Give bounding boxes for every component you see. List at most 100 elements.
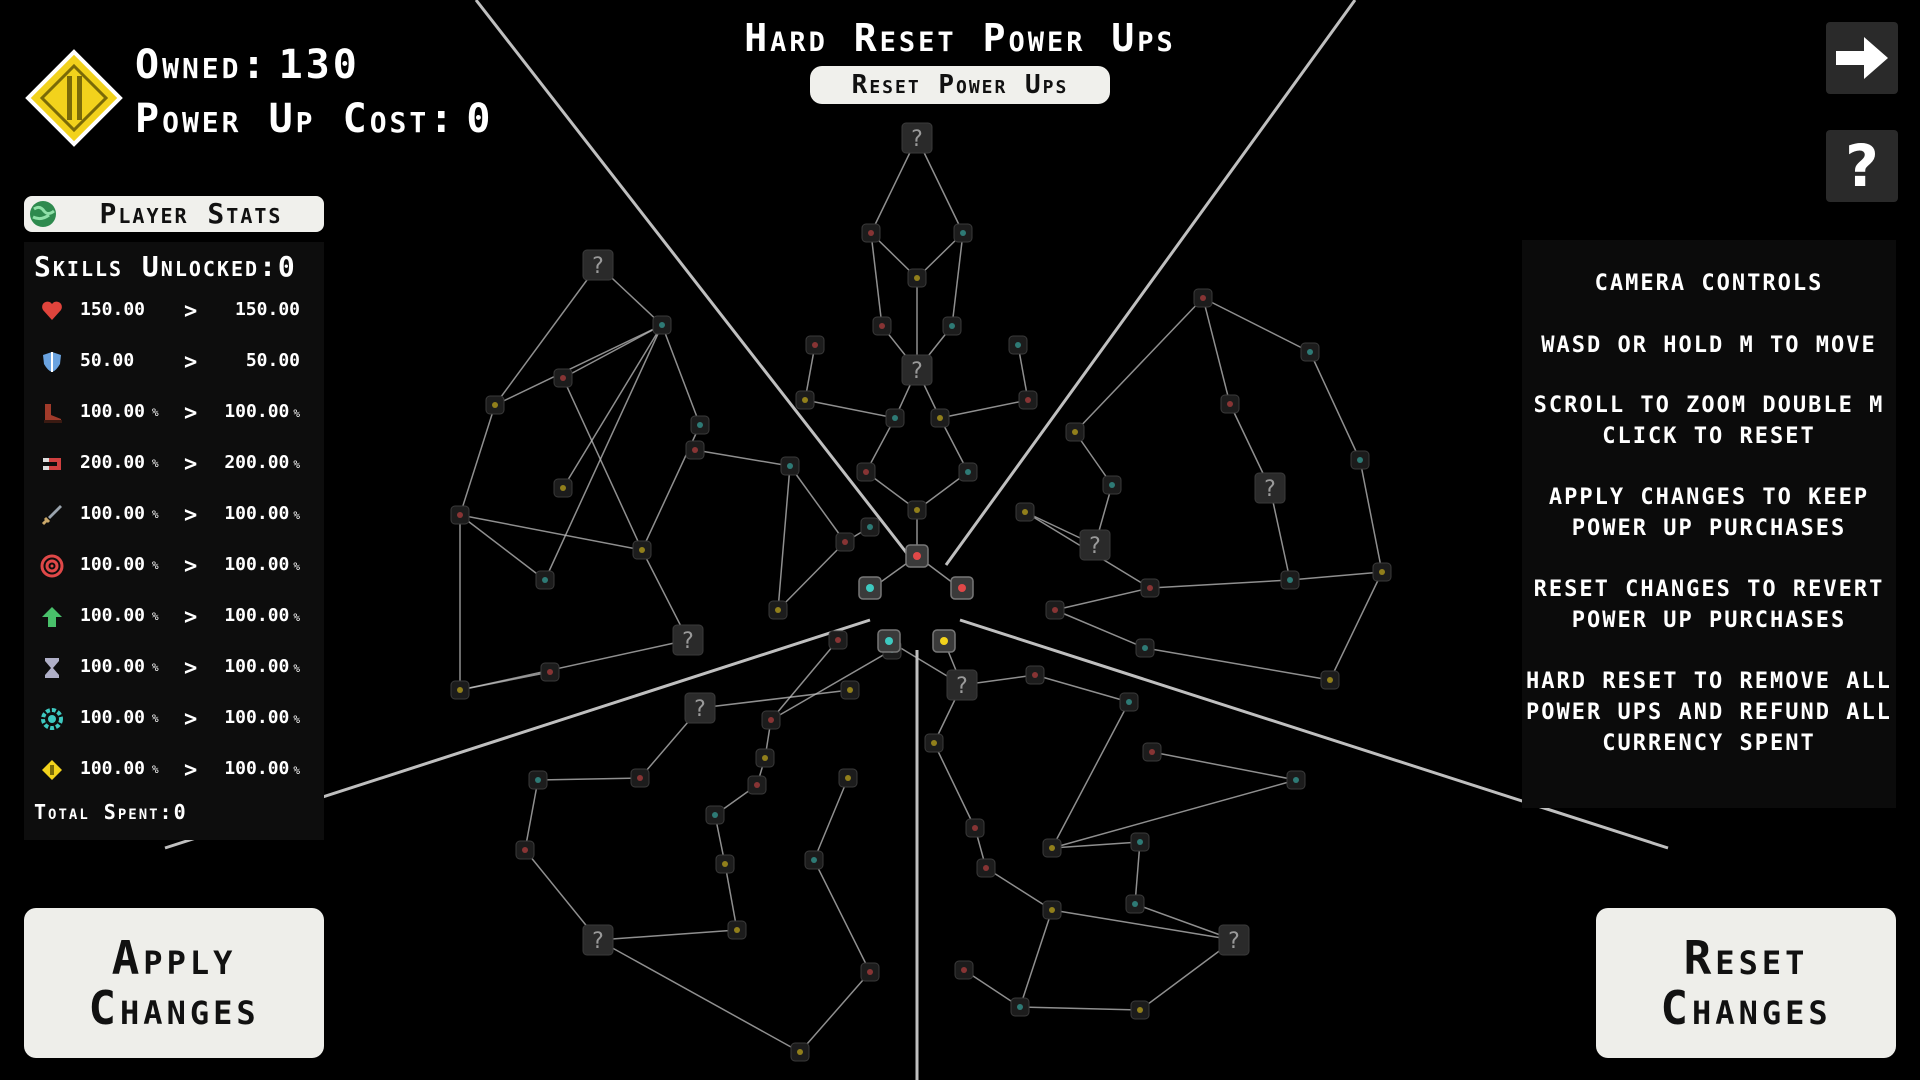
skill-node[interactable] — [540, 662, 560, 682]
skill-node[interactable] — [1042, 900, 1062, 920]
skill-node[interactable] — [1045, 600, 1065, 620]
skill-node[interactable] — [930, 408, 950, 428]
skill-node[interactable] — [1018, 390, 1038, 410]
locked-skill-node[interactable]: ? — [946, 669, 978, 701]
next-button[interactable] — [1826, 22, 1898, 94]
active-skill-node[interactable] — [950, 576, 974, 600]
skill-node[interactable] — [1025, 665, 1045, 685]
locked-skill-node[interactable]: ? — [1254, 472, 1286, 504]
reset-power-ups-button[interactable]: Reset Power Ups — [810, 66, 1110, 104]
locked-skill-node[interactable]: ? — [1079, 529, 1111, 561]
skill-node[interactable] — [1220, 394, 1240, 414]
tree-edge — [562, 377, 643, 551]
locked-skill-node[interactable]: ? — [1218, 924, 1250, 956]
skill-node[interactable] — [553, 478, 573, 498]
skill-node[interactable] — [835, 532, 855, 552]
skill-node[interactable] — [872, 316, 892, 336]
skill-node[interactable] — [705, 805, 725, 825]
skill-node[interactable] — [790, 1042, 810, 1062]
skill-node[interactable] — [805, 335, 825, 355]
skill-node[interactable] — [747, 775, 767, 795]
skill-node[interactable] — [450, 680, 470, 700]
tree-edge — [597, 929, 738, 941]
skill-node[interactable] — [924, 733, 944, 753]
skill-node[interactable] — [1008, 335, 1028, 355]
reset-changes-button[interactable]: Reset Changes — [1596, 908, 1896, 1058]
skill-node[interactable] — [715, 854, 735, 874]
tree-edge — [1054, 587, 1151, 611]
skill-node[interactable] — [761, 710, 781, 730]
skill-node[interactable] — [1125, 894, 1145, 914]
active-skill-node[interactable] — [932, 629, 956, 653]
skill-node[interactable] — [1142, 742, 1162, 762]
skill-node[interactable] — [1102, 475, 1122, 495]
skill-node[interactable] — [652, 315, 672, 335]
skill-node[interactable] — [1130, 832, 1150, 852]
skill-node[interactable] — [1280, 570, 1300, 590]
help-button[interactable]: ? — [1826, 130, 1898, 202]
skill-node[interactable] — [1350, 450, 1370, 470]
locked-skill-node[interactable]: ? — [582, 249, 614, 281]
skill-node[interactable] — [965, 818, 985, 838]
locked-skill-node[interactable]: ? — [672, 624, 704, 656]
skill-node[interactable] — [838, 768, 858, 788]
skill-node[interactable] — [1193, 288, 1213, 308]
skill-node[interactable] — [861, 223, 881, 243]
skill-node[interactable] — [828, 630, 848, 650]
skill-node[interactable] — [1119, 692, 1139, 712]
skill-node[interactable] — [727, 920, 747, 940]
skill-node[interactable] — [954, 960, 974, 980]
skill-node[interactable] — [885, 408, 905, 428]
skill-node[interactable] — [840, 680, 860, 700]
skill-node[interactable] — [630, 768, 650, 788]
skill-node[interactable] — [632, 540, 652, 560]
skill-node[interactable] — [768, 600, 788, 620]
skill-node[interactable] — [860, 517, 880, 537]
skill-node[interactable] — [976, 858, 996, 878]
locked-skill-node[interactable]: ? — [901, 354, 933, 386]
skill-node[interactable] — [1010, 997, 1030, 1017]
stat-separator: > — [184, 656, 198, 681]
active-skill-node[interactable] — [905, 544, 929, 568]
apply-changes-button[interactable]: Apply Changes — [24, 908, 324, 1058]
skill-node[interactable] — [1320, 670, 1340, 690]
tree-edge — [1151, 751, 1297, 781]
skill-node[interactable] — [795, 390, 815, 410]
skill-node[interactable] — [535, 570, 555, 590]
active-skill-node[interactable] — [877, 629, 901, 653]
locked-skill-node[interactable]: ? — [582, 924, 614, 956]
skill-node[interactable] — [860, 962, 880, 982]
skill-node[interactable] — [1300, 342, 1320, 362]
tree-edge — [597, 939, 801, 1053]
skill-node[interactable] — [685, 440, 705, 460]
skill-node[interactable] — [958, 462, 978, 482]
skill-node[interactable] — [780, 456, 800, 476]
skill-node[interactable] — [515, 840, 535, 860]
locked-skill-node[interactable]: ? — [901, 122, 933, 154]
skill-node[interactable] — [1042, 838, 1062, 858]
skill-node[interactable] — [553, 368, 573, 388]
skill-node[interactable] — [907, 500, 927, 520]
player-stats-header[interactable]: Player Stats — [24, 196, 324, 232]
active-skill-node[interactable] — [858, 576, 882, 600]
locked-skill-node[interactable]: ? — [684, 692, 716, 724]
hard-reset-title-button[interactable]: Hard Reset Power Ups — [740, 16, 1180, 60]
skill-node[interactable] — [1130, 1000, 1150, 1020]
skill-node[interactable] — [755, 748, 775, 768]
skill-node[interactable] — [856, 462, 876, 482]
skill-node[interactable] — [1135, 638, 1155, 658]
skill-node[interactable] — [942, 316, 962, 336]
skill-node[interactable] — [690, 415, 710, 435]
skill-node[interactable] — [907, 268, 927, 288]
skill-node[interactable] — [1065, 422, 1085, 442]
skill-node[interactable] — [450, 505, 470, 525]
skill-node[interactable] — [1286, 770, 1306, 790]
tree-edge — [694, 449, 791, 467]
skill-node[interactable] — [1140, 578, 1160, 598]
skill-node[interactable] — [953, 223, 973, 243]
skill-node[interactable] — [1372, 562, 1392, 582]
skill-node[interactable] — [485, 395, 505, 415]
skill-node[interactable] — [1015, 502, 1035, 522]
skill-node[interactable] — [804, 850, 824, 870]
skill-node[interactable] — [528, 770, 548, 790]
